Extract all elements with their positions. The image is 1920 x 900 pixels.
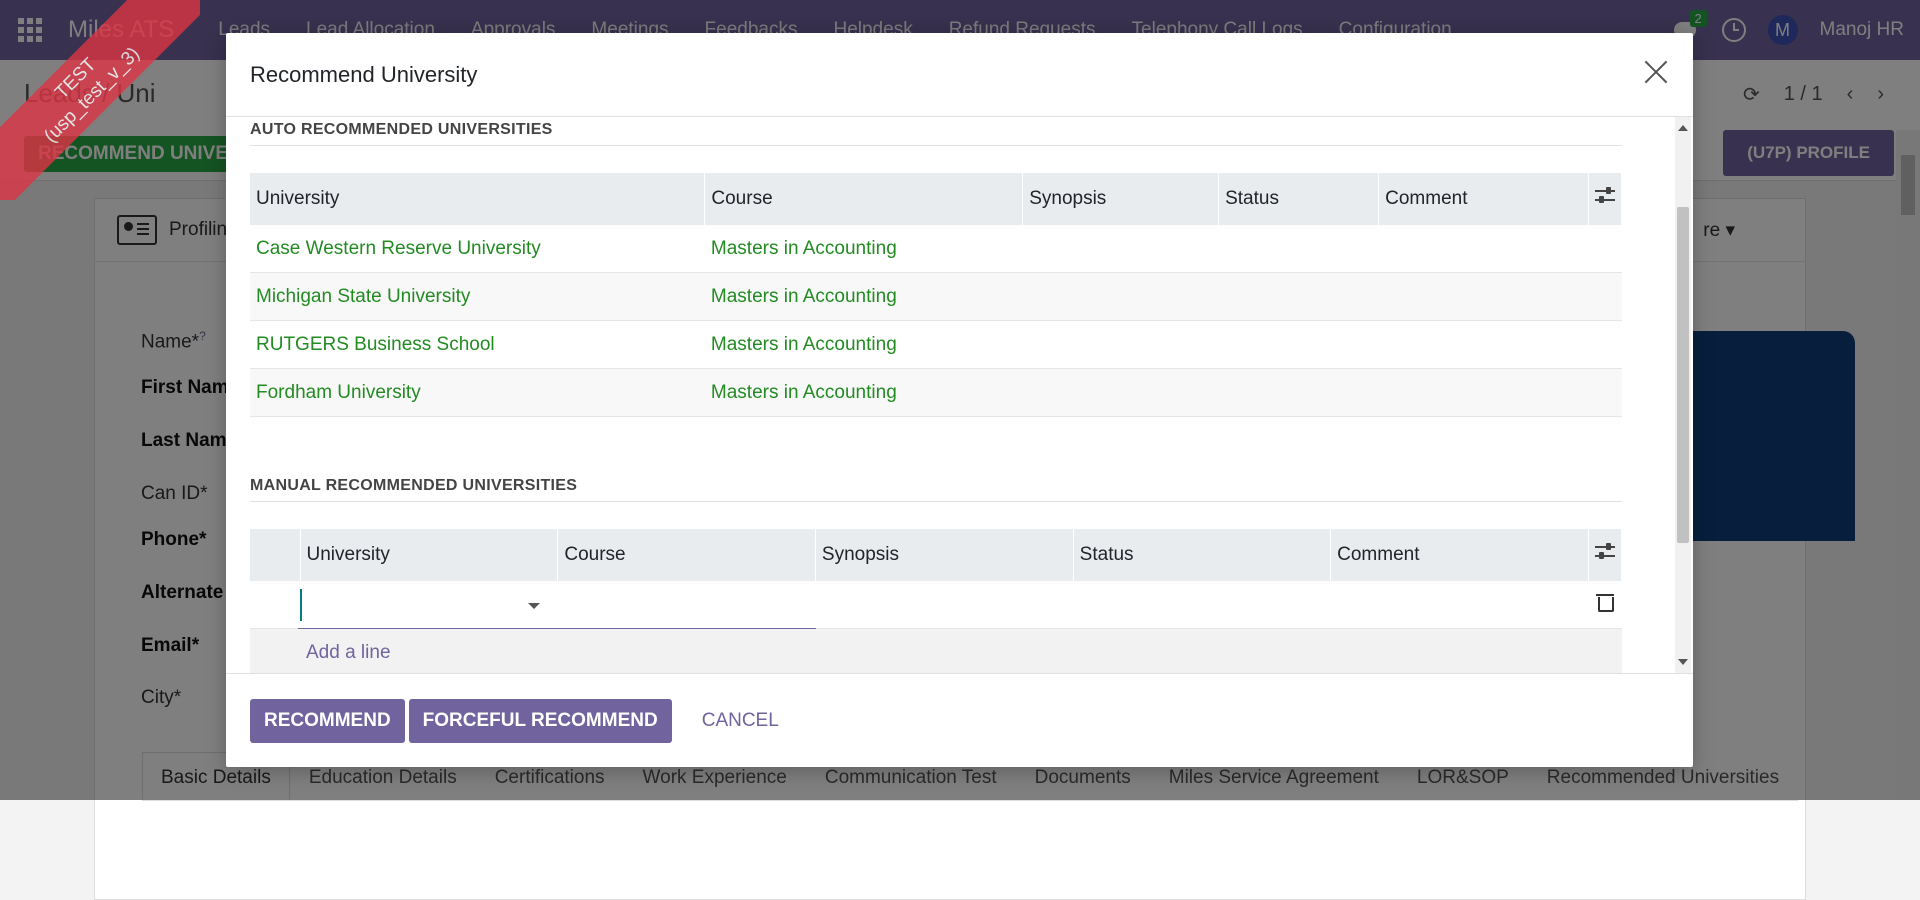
column-header-comment[interactable]: Comment — [1378, 173, 1589, 225]
cell-university-editing[interactable] — [298, 581, 816, 629]
modal-header: Recommend University — [226, 33, 1693, 117]
modal-footer: RECOMMEND FORCEFUL RECOMMEND CANCEL — [226, 673, 1693, 767]
cell-synopsis[interactable] — [1022, 272, 1219, 321]
optional-columns-toggle[interactable] — [1588, 529, 1622, 581]
manual-recommended-table: University Course Synopsis Status Commen… — [250, 529, 1622, 673]
section-title-auto: AUTO RECOMMENDED UNIVERSITIES — [250, 121, 1622, 146]
column-header-handle — [250, 529, 301, 581]
column-header-course[interactable]: Course — [704, 173, 1024, 225]
column-header-comment[interactable]: Comment — [1330, 529, 1589, 581]
column-header-status[interactable]: Status — [1218, 173, 1380, 225]
cell-synopsis[interactable] — [1022, 225, 1219, 273]
editing-row[interactable] — [250, 581, 1622, 629]
cell-course[interactable]: Masters in Accounting — [704, 320, 1023, 369]
manual-recommended-section: MANUAL RECOMMENDED UNIVERSITIES Universi… — [250, 477, 1622, 673]
column-header-university[interactable]: University — [250, 173, 706, 225]
cell-synopsis[interactable] — [1022, 320, 1219, 369]
cancel-button[interactable]: CANCEL — [688, 699, 793, 743]
settings-sliders-icon[interactable] — [1595, 542, 1615, 562]
cell-synopsis[interactable] — [815, 581, 1074, 629]
input-underline — [298, 628, 816, 629]
modal-title: Recommend University — [250, 62, 478, 87]
scroll-thumb[interactable] — [1677, 207, 1689, 543]
cell-course[interactable]: Masters in Accounting — [704, 272, 1023, 321]
recommend-button[interactable]: RECOMMEND — [250, 698, 405, 743]
test-ribbon: TEST (usp_test_v_3) — [0, 0, 200, 200]
cell-course[interactable]: Masters in Accounting — [704, 368, 1023, 417]
modal-scrollbar[interactable] — [1675, 117, 1691, 673]
section-title-manual: MANUAL RECOMMENDED UNIVERSITIES — [250, 477, 1622, 502]
cell-comment[interactable] — [1378, 272, 1589, 321]
add-line-row: Add a line — [250, 628, 1622, 673]
cell-university[interactable]: Fordham University — [250, 368, 705, 417]
column-header-synopsis[interactable]: Synopsis — [815, 529, 1074, 581]
settings-sliders-icon[interactable] — [1595, 186, 1615, 206]
optional-columns-toggle[interactable] — [1588, 173, 1622, 225]
chevron-down-icon[interactable] — [528, 603, 540, 609]
cell-synopsis[interactable] — [1022, 368, 1219, 417]
cell-comment[interactable] — [1378, 225, 1589, 273]
forceful-recommend-button[interactable]: FORCEFUL RECOMMEND — [408, 698, 672, 743]
cell-comment[interactable] — [1378, 368, 1589, 417]
cell-university[interactable]: RUTGERS Business School — [250, 320, 705, 369]
table-row[interactable]: RUTGERS Business School Masters in Accou… — [250, 320, 1622, 369]
recommend-university-dialog: Recommend University AUTO RECOMMENDED UN… — [226, 33, 1693, 767]
cell-comment[interactable] — [1378, 320, 1589, 369]
cell-university[interactable]: Case Western Reserve University — [250, 225, 705, 273]
cell-status[interactable] — [1218, 368, 1379, 417]
auto-recommended-section: AUTO RECOMMENDED UNIVERSITIES University… — [250, 121, 1622, 417]
cell-university[interactable]: Michigan State University — [250, 272, 705, 321]
cell-handle — [250, 628, 300, 673]
scroll-up-icon[interactable] — [1678, 125, 1688, 131]
cell-course[interactable] — [557, 581, 816, 629]
cell-empty — [1588, 272, 1622, 321]
cell-handle — [250, 581, 300, 629]
cell-comment[interactable] — [1330, 581, 1589, 629]
table-row[interactable]: Fordham University Masters in Accounting — [250, 368, 1622, 417]
cell-delete — [1588, 581, 1622, 629]
add-a-line-link[interactable]: Add a line — [306, 642, 391, 663]
close-icon[interactable] — [1641, 57, 1671, 87]
cell-empty — [1588, 368, 1622, 417]
table-row[interactable]: Michigan State University Masters in Acc… — [250, 272, 1622, 321]
cell-empty — [1588, 320, 1622, 369]
column-header-course[interactable]: Course — [557, 529, 816, 581]
ribbon-line-2: (usp_test_v_3) — [40, 43, 144, 147]
cell-status[interactable] — [1218, 272, 1379, 321]
column-header-synopsis[interactable]: Synopsis — [1022, 173, 1220, 225]
cell-status[interactable] — [1218, 225, 1379, 273]
cell-status[interactable] — [1073, 581, 1331, 629]
scroll-down-icon[interactable] — [1678, 659, 1688, 665]
modal-body: AUTO RECOMMENDED UNIVERSITIES University… — [226, 117, 1693, 673]
cell-course[interactable]: Masters in Accounting — [704, 225, 1023, 273]
trash-icon[interactable] — [1596, 593, 1614, 612]
column-header-university[interactable]: University — [300, 529, 559, 581]
cell-empty — [1588, 225, 1622, 273]
cell-status[interactable] — [1218, 320, 1379, 369]
column-header-status[interactable]: Status — [1073, 529, 1332, 581]
auto-recommended-table: University Course Synopsis Status Commen… — [250, 173, 1622, 417]
table-row[interactable]: Case Western Reserve University Masters … — [250, 225, 1622, 273]
